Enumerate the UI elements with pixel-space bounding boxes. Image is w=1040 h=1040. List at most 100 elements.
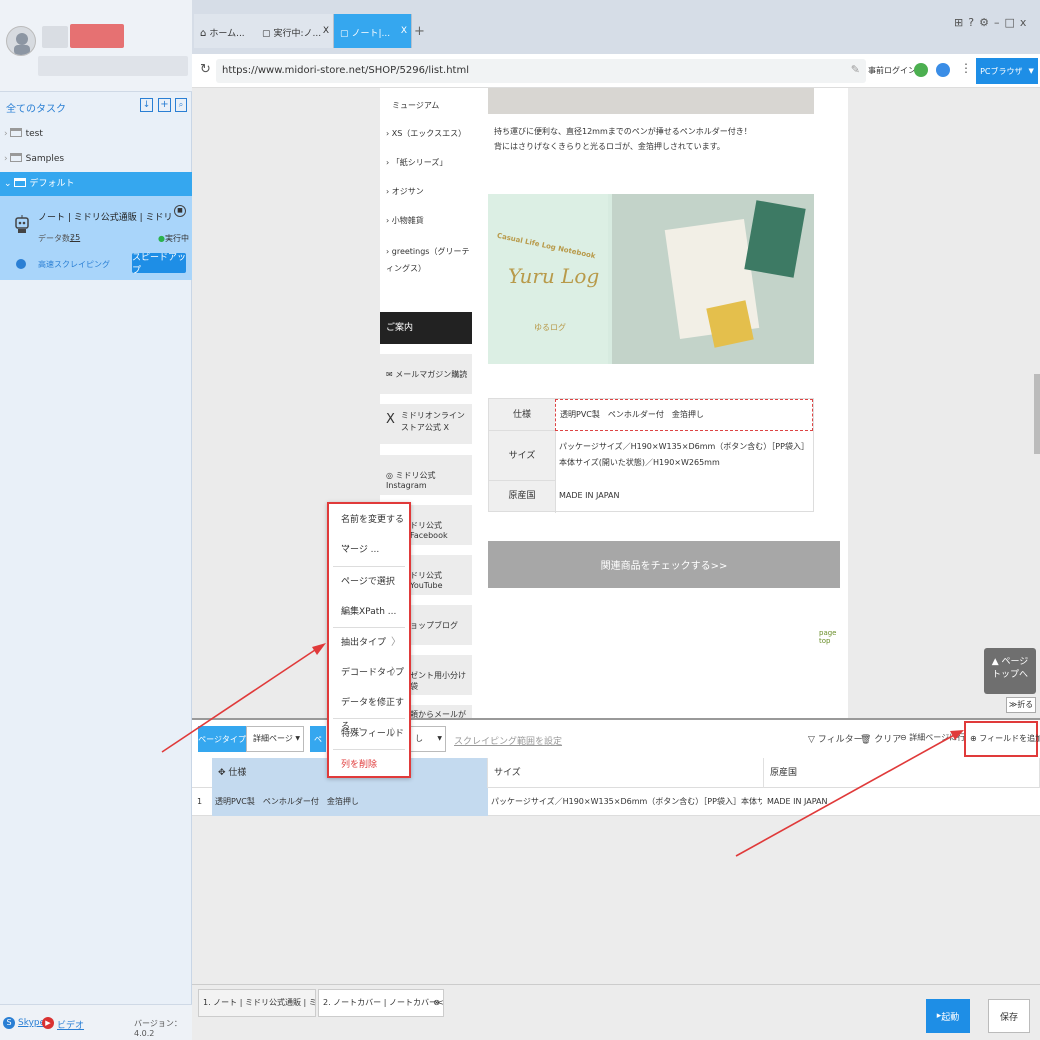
menu-item-extract-type[interactable]: 抽出タイプ〉 <box>329 631 409 655</box>
sidebar-link[interactable]: › greetings（グリーティングス） <box>386 243 470 277</box>
column-header[interactable]: サイズ <box>488 758 764 788</box>
settings-icon[interactable]: ⚙ <box>979 16 994 29</box>
url-bar: ↻ https://www.midori-store.net/SHOP/5296… <box>192 54 1040 88</box>
scrape-range-link[interactable]: スクレイピング範囲を設定 <box>454 734 562 747</box>
guide-item[interactable]: ◎ ミドリ公式 Instagram <box>380 455 472 495</box>
guide-item[interactable]: X ミドリオンラインストア公式 X <box>380 404 472 444</box>
add-task-icon[interactable]: + <box>158 98 171 112</box>
chevron-down-icon: ▼ <box>437 735 442 742</box>
avatar[interactable] <box>6 26 36 56</box>
collapse-button[interactable]: ≫折る <box>1006 697 1036 713</box>
chevron-down-icon: ▼ <box>295 735 300 742</box>
page-type-select[interactable]: 詳細ページ ▼ <box>246 726 304 752</box>
video-icon: ▶ <box>42 1017 54 1029</box>
video-link[interactable]: ビデオ <box>57 1018 84 1031</box>
gift-icon[interactable]: ⊞ <box>954 16 968 29</box>
minimize-icon[interactable]: – <box>994 16 1005 29</box>
import-icon[interactable]: ↓ <box>140 98 153 112</box>
reload-icon[interactable]: ↻ <box>200 62 211 77</box>
clear-button[interactable]: 🗑︎ クリア <box>860 732 901 745</box>
close-icon[interactable]: X <box>401 26 407 36</box>
task-name[interactable]: ノート | ミドリ公式通販 | ミドリ オンライ... <box>38 210 172 223</box>
task-tab[interactable]: 1. ノート | ミドリ公式通販 | ミド... <box>198 989 316 1017</box>
extension-green-icon[interactable] <box>914 63 928 77</box>
menu-item-modify-data[interactable]: データを修正する ... <box>329 691 409 732</box>
spec-value-highlighted[interactable]: 透明PVC製 ペンホルダー付 金箔押し <box>555 399 813 431</box>
tree-item-test[interactable]: › test <box>0 122 192 146</box>
chevron-right-icon: 〉 <box>391 637 401 648</box>
sidebar-link[interactable]: › 小物雑貨 <box>386 215 424 226</box>
stop-icon[interactable]: ■ <box>174 205 186 217</box>
all-tasks-label[interactable]: 全てのタスク <box>6 100 66 115</box>
search-task-icon[interactable]: ⌕ <box>175 98 187 112</box>
table-cell[interactable]: パッケージサイズ／H190×W135×D6mm（ボタン含む）［PP袋入］本体サイ… <box>488 788 762 816</box>
filter-button[interactable]: ▽ フィルター <box>808 732 863 745</box>
sidebar-link-label: greetings（グリーティングス） <box>386 247 470 273</box>
menu-item-special-field[interactable]: 特殊フィールド〉 <box>329 722 409 746</box>
tree-item-samples[interactable]: › Samples <box>0 147 192 171</box>
filter-icon: ▽ <box>808 735 818 745</box>
clear-label: クリア <box>874 735 902 745</box>
detail-page-label: 詳細ページに行 <box>909 733 964 742</box>
close-window-icon[interactable]: x <box>1020 16 1032 29</box>
chevron-down-icon: ⌄ <box>4 179 12 189</box>
product-description: 持ち運びに便利な、直径12mmまでのペンが挿せるペンホルダー付き！ 背にはさりげ… <box>494 124 834 154</box>
pre-login-button[interactable]: 事前ログイン <box>868 65 916 76</box>
more-icon[interactable]: ⋮ <box>960 61 972 75</box>
mail-icon: ✉ <box>386 370 396 379</box>
sidebar-link-label: 「紙シリーズ」 <box>391 158 448 167</box>
speedup-button[interactable]: スピードアップ <box>132 253 186 276</box>
help-icon[interactable]: ? <box>968 16 979 29</box>
related-products-button[interactable]: 関連商品をチェックする>> <box>488 541 840 588</box>
start-button[interactable]: ▸ 起動 <box>926 999 970 1033</box>
data-count[interactable]: 25 <box>70 233 80 242</box>
sidebar-link[interactable]: › オジサン <box>386 186 424 197</box>
tree-label: デフォルト <box>29 179 75 189</box>
task-tab-active[interactable]: 2. ノートカバー | ノートカバー<... ⊗ <box>318 989 444 1017</box>
save-button[interactable]: 保存 <box>988 999 1030 1033</box>
scrollbar[interactable] <box>1034 374 1040 454</box>
task-tab-bar: 1. ノート | ミドリ公式通販 | ミド... 2. ノートカバー | ノート… <box>192 984 1040 1040</box>
column-header[interactable]: 原産国 <box>764 758 1040 788</box>
new-tab-icon[interactable]: + <box>414 24 425 39</box>
second-type-select[interactable]: し ▼ <box>410 726 446 752</box>
triangle-up-icon: ▲ <box>991 657 1002 667</box>
tree-item-default[interactable]: ⌄ デフォルト <box>0 172 192 196</box>
spec-label: 原産国 <box>489 481 555 511</box>
menu-item-select-on-page[interactable]: ページで選択 <box>329 570 409 594</box>
tab-active-note[interactable]: ▢ ノート|... X <box>334 14 412 48</box>
menu-item-rename[interactable]: 名前を変更する ... <box>329 508 409 549</box>
page-top-button[interactable]: ▲ ページ トップへ <box>984 648 1036 694</box>
page-type-label: ページタイプ <box>198 726 246 752</box>
tab-running[interactable]: ▢ 実行中:ノ... X <box>256 14 334 48</box>
edit-icon[interactable]: ✎ <box>851 63 860 76</box>
task-card[interactable]: ノート | ミドリ公式通販 | ミドリ オンライ... ■ データ数： 25 ●… <box>0 196 192 280</box>
page-top-link[interactable]: page top <box>819 629 848 645</box>
menu-item-merge[interactable]: マージ ... <box>329 538 409 562</box>
spec-value: パッケージサイズ／H190×W135×D6mm（ボタン含む）［PP袋入］ 本体サ… <box>559 439 813 471</box>
sidebar-link[interactable]: › 「紙シリーズ」 <box>386 157 447 168</box>
guide-item[interactable]: ✉ メールマガジン購読 <box>380 354 472 394</box>
maximize-icon[interactable]: □ <box>1004 16 1019 29</box>
status-badge: ●実行中 <box>158 233 189 244</box>
pc-browser-button[interactable]: PCブラウザ ▼ <box>976 58 1038 84</box>
menu-item-decode-type[interactable]: デコードタイプ〉 <box>329 661 409 685</box>
sidebar-link[interactable]: › XS（エックスエス） <box>386 128 466 139</box>
add-field-button[interactable]: ⊕ フィールドを追加 <box>964 721 1040 757</box>
close-icon[interactable]: ⊗ <box>433 990 440 1016</box>
folder-icon <box>9 128 22 137</box>
sidebar-link[interactable]: ミュージアム <box>392 100 439 111</box>
page-type-value: 詳細ページ <box>253 734 293 743</box>
menu-item-delete-column[interactable]: 列を削除 <box>329 753 409 777</box>
table-cell[interactable]: MADE IN JAPAN <box>764 788 1034 816</box>
detail-page-button[interactable]: ⊖ 詳細ページに行 <box>900 732 964 743</box>
menu-divider <box>333 718 405 719</box>
page-top-text: トップへ <box>991 670 1028 680</box>
address-field[interactable]: https://www.midori-store.net/SHOP/5296/l… <box>216 59 866 83</box>
extension-blue-icon[interactable] <box>936 63 950 77</box>
product-image: Casual Life Log Notebook Yuru Log ゆるログ <box>488 194 814 364</box>
close-icon[interactable]: X <box>323 26 329 36</box>
table-cell[interactable]: 透明PVC製 ペンホルダー付 金箔押し <box>212 788 488 816</box>
sidebar-link-label: オジサン <box>391 187 424 196</box>
menu-item-edit-xpath[interactable]: 編集XPath ... <box>329 600 409 624</box>
